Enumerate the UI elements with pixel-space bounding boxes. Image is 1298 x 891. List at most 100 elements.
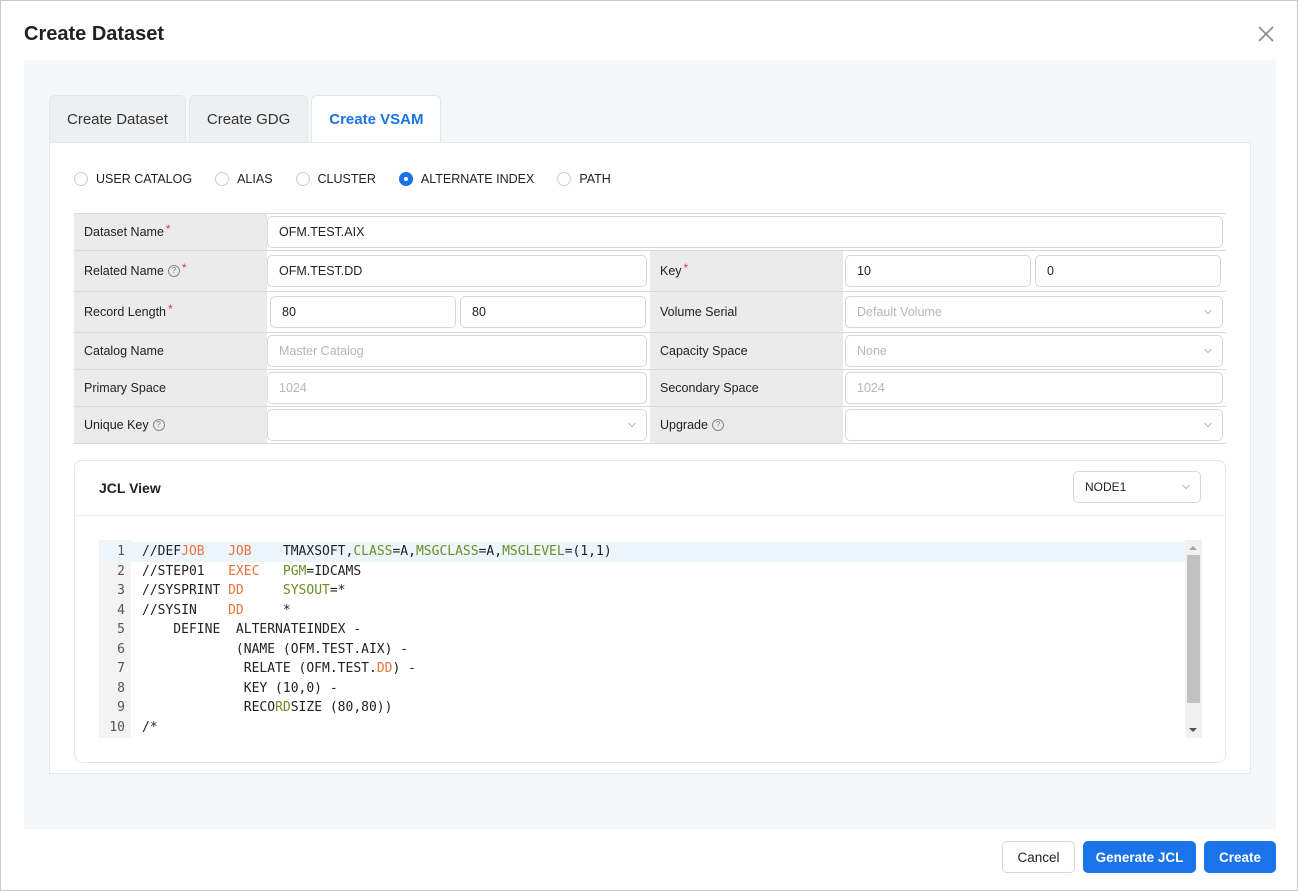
dataset-name-label: Dataset Name * [74, 214, 267, 250]
upgrade-select[interactable] [845, 409, 1223, 441]
code-line[interactable]: 3 //SYSPRINT DD SYSOUT=* [99, 581, 1185, 601]
help-icon[interactable]: ? [152, 419, 165, 431]
key-label: Key * [650, 251, 843, 291]
code-line[interactable]: 2 //STEP01 EXEC PGM=IDCAMS [99, 562, 1185, 582]
form-row: Catalog Name Master Catalog Capacity Spa… [74, 333, 1226, 370]
tab-create-dataset[interactable]: Create Dataset [49, 95, 186, 143]
code-parameter: CLASS [353, 544, 393, 560]
capacity-space-label: Capacity Space [650, 333, 843, 369]
code-line[interactable]: 1//DEFJOB JOB TMAXSOFT,CLASS=A,MSGCLASS=… [99, 542, 1185, 562]
code-line[interactable]: 10 /* [99, 718, 1185, 738]
code-parameter: MSGLEVEL [502, 544, 565, 560]
code-token: =A, [478, 544, 503, 560]
code-text: KEY (10,0) - [142, 681, 338, 696]
code-text: //STEP01 EXEC PGM=IDCAMS [142, 564, 361, 579]
code-token: //DEF [142, 544, 182, 560]
code-token: RELATE (OFM.TEST. [142, 661, 377, 677]
close-button[interactable] [1255, 23, 1277, 45]
select-placeholder: None [857, 344, 887, 358]
generate-jcl-button[interactable]: Generate JCL [1083, 841, 1196, 873]
label-text: Related Name [84, 264, 164, 278]
record-length-label: Record Length * [74, 292, 267, 332]
node-select[interactable]: NODE1 [1073, 471, 1201, 503]
line-number: 2 [117, 563, 125, 579]
editor-scrollbar[interactable] [1185, 540, 1202, 738]
label-text: Volume Serial [660, 305, 738, 319]
radio-label: USER CATALOG [96, 172, 193, 186]
unique-key-select[interactable] [267, 409, 647, 441]
create-dataset-dialog: Create Dataset Create Dataset Create GDG… [0, 0, 1298, 891]
create-button[interactable]: Create [1204, 841, 1276, 873]
code-line[interactable]: 5 DEFINE ALTERNATEINDEX - [99, 620, 1185, 640]
radio-label: CLUSTER [317, 172, 376, 186]
radio-cluster[interactable]: CLUSTER [295, 172, 376, 186]
radio-circle-icon [215, 172, 230, 186]
form-row: Dataset Name * OFM.TEST.AIX [74, 214, 1226, 251]
code-keyword: DD [228, 583, 244, 599]
label-text: Unique Key [84, 418, 149, 432]
scroll-up-arrow-icon[interactable] [1189, 546, 1197, 550]
tab-create-gdg[interactable]: Create GDG [188, 95, 309, 143]
unique-key-label: Unique Key? [74, 407, 267, 443]
catalog-name-input[interactable]: Master Catalog [267, 335, 647, 367]
line-number: 4 [117, 602, 125, 618]
code-parameter: PGM [282, 563, 307, 579]
dataset-name-input[interactable]: OFM.TEST.AIX [267, 216, 1223, 248]
code-token: =* [329, 583, 346, 599]
record-length-average-input[interactable]: 80 [270, 296, 456, 328]
required-marker: * [165, 222, 171, 236]
code-line[interactable]: 4 //SYSIN DD * [99, 601, 1185, 621]
radio-circle-icon [74, 172, 88, 186]
line-number: 3 [117, 583, 125, 599]
radio-alias[interactable]: ALIAS [215, 172, 273, 186]
line-number: 6 [117, 641, 125, 657]
label-text: Record Length [84, 305, 167, 319]
code-line[interactable]: 6 (NAME (OFM.TEST.AIX) - [99, 640, 1185, 660]
radio-user-catalog[interactable]: USER CATALOG [74, 172, 192, 186]
vsam-type-radio-group: USER CATALOG ALIAS CLUSTER ALTERNATE IND… [74, 170, 634, 188]
code-text: (NAME (OFM.TEST.AIX) - [142, 642, 408, 657]
tab-bar: Create Dataset Create GDG Create VSAM [49, 95, 442, 143]
scroll-down-arrow-icon[interactable] [1189, 728, 1197, 732]
radio-alternate-index[interactable]: ALTERNATE INDEX [398, 172, 535, 186]
capacity-space-select[interactable]: None [845, 335, 1223, 367]
code-parameter: MSGCLASS [415, 544, 479, 560]
code-token: ) - [392, 661, 416, 677]
secondary-space-input[interactable]: 1024 [845, 372, 1223, 404]
cancel-button[interactable]: Cancel [1002, 841, 1075, 873]
help-icon[interactable]: ? [167, 265, 180, 277]
code-line[interactable]: 9 RECORDSIZE (80,80)) [99, 698, 1185, 718]
key-offset-input[interactable]: 0 [1035, 255, 1221, 287]
radio-label: ALTERNATE INDEX [420, 172, 535, 186]
code-keyword: DD [376, 661, 393, 677]
scrollbar-thumb[interactable] [1187, 555, 1200, 703]
code-keyword: DD [228, 602, 244, 618]
tab-create-vsam[interactable]: Create VSAM [311, 95, 442, 143]
close-icon [1258, 26, 1274, 42]
jcl-code-editor[interactable]: 1//DEFJOB JOB TMAXSOFT,CLASS=A,MSGCLASS=… [99, 540, 1202, 738]
code-line[interactable]: 8 KEY (10,0) - [99, 679, 1185, 699]
volume-serial-select[interactable]: Default Volume [845, 296, 1223, 328]
label-text: Upgrade [660, 418, 708, 432]
code-keyword: EXEC [228, 563, 260, 579]
code-token: =(1,1) [564, 544, 612, 560]
related-name-input[interactable]: OFM.TEST.DD [267, 255, 647, 287]
record-length-maximum-input[interactable]: 80 [460, 296, 646, 328]
code-line[interactable]: 7 RELATE (OFM.TEST.DD) - [99, 659, 1185, 679]
radio-label: PATH [579, 172, 611, 186]
primary-space-input[interactable]: 1024 [267, 372, 647, 404]
radio-path[interactable]: PATH [557, 172, 611, 186]
code-token: SIZE (80,80)) [290, 700, 393, 716]
code-text: /* [142, 720, 158, 735]
code-text: //DEFJOB JOB TMAXSOFT,CLASS=A,MSGCLASS=A… [142, 544, 612, 559]
node-select-value: NODE1 [1085, 480, 1127, 494]
code-text: //SYSPRINT DD SYSOUT=* [142, 583, 346, 598]
label-text: Secondary Space [660, 381, 759, 395]
upgrade-label: Upgrade? [650, 407, 843, 443]
jcl-view-title: JCL View [99, 480, 161, 496]
help-icon[interactable]: ? [711, 419, 724, 431]
required-marker: * [168, 302, 173, 316]
code-token: //SYSIN [142, 602, 229, 618]
key-length-input[interactable]: 10 [845, 255, 1031, 287]
